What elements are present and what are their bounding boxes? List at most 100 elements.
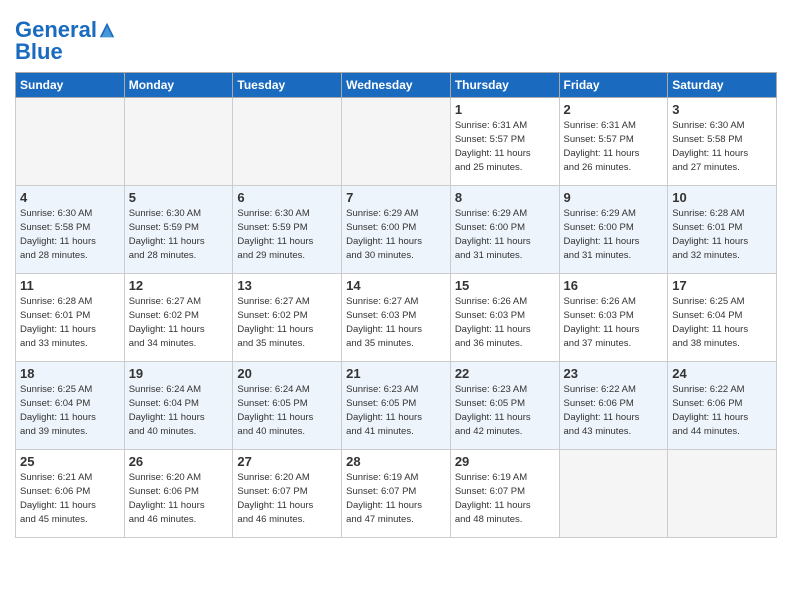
calendar-week-row: 25 Sunrise: 6:21 AM Sunset: 6:06 PM Dayli… xyxy=(16,450,777,538)
day-info: Sunrise: 6:20 AM Sunset: 6:06 PM Dayligh… xyxy=(129,471,229,526)
day-number: 10 xyxy=(672,190,772,205)
day-number: 15 xyxy=(455,278,555,293)
calendar-cell: 14 Sunrise: 6:27 AM Sunset: 6:03 PM Dayli… xyxy=(342,274,451,362)
day-info: Sunrise: 6:31 AM Sunset: 5:57 PM Dayligh… xyxy=(455,119,555,174)
day-info: Sunrise: 6:29 AM Sunset: 6:00 PM Dayligh… xyxy=(346,207,446,262)
day-number: 22 xyxy=(455,366,555,381)
day-info: Sunrise: 6:25 AM Sunset: 6:04 PM Dayligh… xyxy=(20,383,120,438)
day-number: 25 xyxy=(20,454,120,469)
day-number: 27 xyxy=(237,454,337,469)
day-info: Sunrise: 6:31 AM Sunset: 5:57 PM Dayligh… xyxy=(564,119,664,174)
calendar-cell: 21 Sunrise: 6:23 AM Sunset: 6:05 PM Dayli… xyxy=(342,362,451,450)
calendar-cell: 29 Sunrise: 6:19 AM Sunset: 6:07 PM Dayli… xyxy=(450,450,559,538)
day-info: Sunrise: 6:28 AM Sunset: 6:01 PM Dayligh… xyxy=(672,207,772,262)
day-number: 20 xyxy=(237,366,337,381)
weekday-header: Saturday xyxy=(668,73,777,98)
day-info: Sunrise: 6:26 AM Sunset: 6:03 PM Dayligh… xyxy=(455,295,555,350)
day-number: 16 xyxy=(564,278,664,293)
day-info: Sunrise: 6:19 AM Sunset: 6:07 PM Dayligh… xyxy=(455,471,555,526)
calendar-cell: 7 Sunrise: 6:29 AM Sunset: 6:00 PM Daylig… xyxy=(342,186,451,274)
day-number: 11 xyxy=(20,278,120,293)
calendar-cell xyxy=(668,450,777,538)
calendar-cell: 19 Sunrise: 6:24 AM Sunset: 6:04 PM Dayli… xyxy=(124,362,233,450)
day-number: 8 xyxy=(455,190,555,205)
day-info: Sunrise: 6:24 AM Sunset: 6:05 PM Dayligh… xyxy=(237,383,337,438)
calendar-week-row: 1 Sunrise: 6:31 AM Sunset: 5:57 PM Daylig… xyxy=(16,98,777,186)
day-info: Sunrise: 6:29 AM Sunset: 6:00 PM Dayligh… xyxy=(455,207,555,262)
day-number: 1 xyxy=(455,102,555,117)
day-number: 12 xyxy=(129,278,229,293)
calendar-week-row: 11 Sunrise: 6:28 AM Sunset: 6:01 PM Dayli… xyxy=(16,274,777,362)
calendar-cell: 13 Sunrise: 6:27 AM Sunset: 6:02 PM Dayli… xyxy=(233,274,342,362)
calendar-cell: 25 Sunrise: 6:21 AM Sunset: 6:06 PM Dayli… xyxy=(16,450,125,538)
calendar-table: SundayMondayTuesdayWednesdayThursdayFrid… xyxy=(15,72,777,538)
calendar-week-row: 4 Sunrise: 6:30 AM Sunset: 5:58 PM Daylig… xyxy=(16,186,777,274)
day-info: Sunrise: 6:28 AM Sunset: 6:01 PM Dayligh… xyxy=(20,295,120,350)
day-info: Sunrise: 6:27 AM Sunset: 6:02 PM Dayligh… xyxy=(129,295,229,350)
weekday-header: Wednesday xyxy=(342,73,451,98)
day-number: 7 xyxy=(346,190,446,205)
day-number: 3 xyxy=(672,102,772,117)
day-info: Sunrise: 6:30 AM Sunset: 5:58 PM Dayligh… xyxy=(672,119,772,174)
day-number: 5 xyxy=(129,190,229,205)
calendar-cell: 2 Sunrise: 6:31 AM Sunset: 5:57 PM Daylig… xyxy=(559,98,668,186)
day-info: Sunrise: 6:30 AM Sunset: 5:59 PM Dayligh… xyxy=(129,207,229,262)
day-info: Sunrise: 6:19 AM Sunset: 6:07 PM Dayligh… xyxy=(346,471,446,526)
calendar-cell xyxy=(342,98,451,186)
weekday-header: Monday xyxy=(124,73,233,98)
calendar-cell: 4 Sunrise: 6:30 AM Sunset: 5:58 PM Daylig… xyxy=(16,186,125,274)
calendar-cell: 16Sunrise: 6:26 AM Sunset: 6:03 PM Dayli… xyxy=(559,274,668,362)
weekday-header: Sunday xyxy=(16,73,125,98)
day-number: 21 xyxy=(346,366,446,381)
calendar-week-row: 18 Sunrise: 6:25 AM Sunset: 6:04 PM Dayli… xyxy=(16,362,777,450)
day-number: 29 xyxy=(455,454,555,469)
calendar-cell: 6 Sunrise: 6:30 AM Sunset: 5:59 PM Daylig… xyxy=(233,186,342,274)
calendar-cell: 8 Sunrise: 6:29 AM Sunset: 6:00 PM Daylig… xyxy=(450,186,559,274)
day-info: Sunrise: 6:30 AM Sunset: 5:58 PM Dayligh… xyxy=(20,207,120,262)
day-info: Sunrise: 6:27 AM Sunset: 6:02 PM Dayligh… xyxy=(237,295,337,350)
calendar-cell: 12 Sunrise: 6:27 AM Sunset: 6:02 PM Dayli… xyxy=(124,274,233,362)
day-number: 28 xyxy=(346,454,446,469)
day-info: Sunrise: 6:22 AM Sunset: 6:06 PM Dayligh… xyxy=(672,383,772,438)
calendar-cell: 27 Sunrise: 6:20 AM Sunset: 6:07 PM Dayli… xyxy=(233,450,342,538)
calendar-cell: 9 Sunrise: 6:29 AM Sunset: 6:00 PM Daylig… xyxy=(559,186,668,274)
calendar-cell: 26Sunrise: 6:20 AM Sunset: 6:06 PM Dayli… xyxy=(124,450,233,538)
weekday-header-row: SundayMondayTuesdayWednesdayThursdayFrid… xyxy=(16,73,777,98)
day-info: Sunrise: 6:21 AM Sunset: 6:06 PM Dayligh… xyxy=(20,471,120,526)
weekday-header: Tuesday xyxy=(233,73,342,98)
day-number: 17 xyxy=(672,278,772,293)
calendar-cell xyxy=(16,98,125,186)
day-number: 23 xyxy=(564,366,664,381)
day-info: Sunrise: 6:30 AM Sunset: 5:59 PM Dayligh… xyxy=(237,207,337,262)
day-info: Sunrise: 6:27 AM Sunset: 6:03 PM Dayligh… xyxy=(346,295,446,350)
calendar-cell: 20 Sunrise: 6:24 AM Sunset: 6:05 PM Dayli… xyxy=(233,362,342,450)
day-number: 4 xyxy=(20,190,120,205)
calendar-cell: 15 Sunrise: 6:26 AM Sunset: 6:03 PM Dayli… xyxy=(450,274,559,362)
day-number: 19 xyxy=(129,366,229,381)
day-info: Sunrise: 6:24 AM Sunset: 6:04 PM Dayligh… xyxy=(129,383,229,438)
weekday-header: Friday xyxy=(559,73,668,98)
day-number: 6 xyxy=(237,190,337,205)
day-number: 2 xyxy=(564,102,664,117)
day-number: 18 xyxy=(20,366,120,381)
calendar-cell xyxy=(559,450,668,538)
day-info: Sunrise: 6:23 AM Sunset: 6:05 PM Dayligh… xyxy=(346,383,446,438)
day-info: Sunrise: 6:20 AM Sunset: 6:07 PM Dayligh… xyxy=(237,471,337,526)
logo: General Blue xyxy=(15,18,116,64)
calendar-cell: 18 Sunrise: 6:25 AM Sunset: 6:04 PM Dayli… xyxy=(16,362,125,450)
day-number: 14 xyxy=(346,278,446,293)
day-number: 13 xyxy=(237,278,337,293)
calendar-cell: 23 Sunrise: 6:22 AM Sunset: 6:06 PM Dayli… xyxy=(559,362,668,450)
calendar-cell: 28 Sunrise: 6:19 AM Sunset: 6:07 PM Dayli… xyxy=(342,450,451,538)
calendar-cell: 5 Sunrise: 6:30 AM Sunset: 5:59 PM Daylig… xyxy=(124,186,233,274)
day-info: Sunrise: 6:25 AM Sunset: 6:04 PM Dayligh… xyxy=(672,295,772,350)
calendar-cell xyxy=(124,98,233,186)
calendar-cell: 22 Sunrise: 6:23 AM Sunset: 6:05 PM Dayli… xyxy=(450,362,559,450)
calendar-cell: 17 Sunrise: 6:25 AM Sunset: 6:04 PM Dayli… xyxy=(668,274,777,362)
day-info: Sunrise: 6:23 AM Sunset: 6:05 PM Dayligh… xyxy=(455,383,555,438)
logo-icon xyxy=(98,21,116,39)
calendar-cell: 11 Sunrise: 6:28 AM Sunset: 6:01 PM Dayli… xyxy=(16,274,125,362)
day-info: Sunrise: 6:29 AM Sunset: 6:00 PM Dayligh… xyxy=(564,207,664,262)
day-number: 9 xyxy=(564,190,664,205)
day-info: Sunrise: 6:22 AM Sunset: 6:06 PM Dayligh… xyxy=(564,383,664,438)
